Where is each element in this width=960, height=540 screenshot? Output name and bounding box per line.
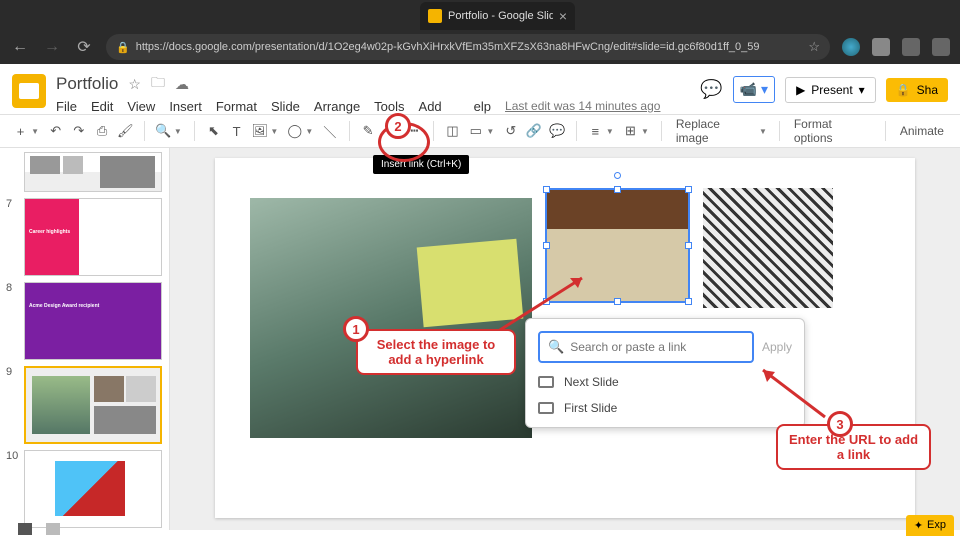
grid-view-icon[interactable] — [18, 523, 32, 535]
menu-edit[interactable]: Edit — [91, 99, 113, 114]
link-option-next[interactable]: Next Slide — [538, 375, 792, 389]
thumb-number: 10 — [6, 450, 18, 528]
apply-button[interactable]: Apply — [762, 340, 792, 354]
slide-icon — [538, 402, 554, 414]
paint-format-button[interactable]: 🖌 — [115, 120, 136, 142]
textbox-button[interactable]: T — [226, 120, 247, 142]
annotation-label: Enter the URL to add a link — [776, 424, 931, 470]
insert-link-button[interactable]: 🔗 — [523, 120, 544, 142]
resize-handle[interactable] — [543, 242, 550, 249]
slide-image[interactable] — [703, 188, 833, 308]
slide-icon — [538, 376, 554, 388]
thumb-number: 7 — [6, 198, 18, 276]
image-button[interactable]: 🖼 — [249, 120, 270, 142]
thumb-number — [6, 152, 18, 192]
resize-handle[interactable] — [685, 298, 692, 305]
present-button[interactable]: ▶ Present ▾ — [785, 77, 876, 103]
reset-image-button[interactable]: ↺ — [500, 120, 521, 142]
address-bar[interactable]: 🔒 https://docs.google.com/presentation/d… — [106, 34, 830, 60]
new-slide-button[interactable]: + — [10, 120, 31, 142]
arrange-button[interactable]: ⊞ — [620, 120, 641, 142]
share-button[interactable]: 🔒 Sha — [886, 78, 948, 102]
slide-image[interactable] — [250, 198, 532, 438]
menu-help[interactable]: elp — [474, 99, 491, 114]
format-options-button[interactable]: Format options — [788, 117, 877, 145]
menu-addons[interactable]: Add — [419, 99, 442, 114]
annotation-marker: 2 — [385, 113, 411, 139]
slide-thumbnail[interactable] — [24, 152, 162, 192]
extension-icon[interactable] — [872, 38, 890, 56]
extension-icon[interactable] — [932, 38, 950, 56]
line-button[interactable]: ＼ — [319, 120, 340, 142]
resize-handle[interactable] — [685, 186, 692, 193]
slides-favicon — [428, 9, 442, 23]
url-text: https://docs.google.com/presentation/d/1… — [136, 41, 803, 53]
toolbar: +▼ ↶ ↷ ⎙ 🖌 🔍▼ ⬉ T 🖼▼ ◯▼ ＼ ✎ ≡ ┅ ◫ ▭▼ ↺ 🔗… — [0, 114, 960, 148]
slide-thumbnail[interactable] — [24, 450, 162, 528]
resize-handle[interactable] — [614, 186, 621, 193]
filmstrip-toggle[interactable] — [18, 523, 60, 535]
menu-file[interactable]: File — [56, 99, 77, 114]
cloud-icon[interactable]: ☁ — [175, 76, 189, 93]
search-icon: 🔍 — [548, 339, 564, 355]
slide-thumbnail-active[interactable] — [24, 366, 162, 444]
comment-button[interactable]: 💬 — [547, 120, 568, 142]
slide-thumbnail[interactable]: Acme Design Award recipient — [24, 282, 162, 360]
print-button[interactable]: ⎙ — [91, 120, 112, 142]
zoom-button[interactable]: 🔍 — [153, 120, 174, 142]
menu-view[interactable]: View — [127, 99, 155, 114]
back-button[interactable]: ← — [10, 38, 30, 56]
menu-bar: File Edit View Insert Format Slide Arran… — [56, 99, 690, 114]
lock-icon: 🔒 — [116, 41, 130, 54]
slides-logo[interactable] — [12, 74, 46, 108]
annotation-label: Select the image to add a hyperlink — [356, 329, 516, 375]
resize-handle[interactable] — [543, 186, 550, 193]
menu-arrange[interactable]: Arrange — [314, 99, 360, 114]
link-input[interactable] — [570, 340, 744, 354]
resize-handle[interactable] — [685, 242, 692, 249]
forward-button[interactable]: → — [42, 38, 62, 56]
reload-button[interactable]: ⟳ — [74, 37, 94, 57]
menu-format[interactable]: Format — [216, 99, 257, 114]
meet-button[interactable]: 📹 ▾ — [733, 76, 775, 103]
align-button[interactable]: ≡ — [585, 120, 606, 142]
comments-button[interactable]: 💬 — [700, 79, 722, 100]
annotation-marker: 3 — [827, 411, 853, 437]
star-icon[interactable]: ☆ — [808, 39, 820, 55]
browser-tab[interactable]: Portfolio - Google Slides × — [420, 2, 575, 30]
slide-thumbnail[interactable]: Career highlights — [24, 198, 162, 276]
crop-button[interactable]: ◫ — [442, 120, 463, 142]
last-edit[interactable]: Last edit was 14 minutes ago — [505, 99, 660, 114]
star-icon[interactable]: ☆ — [128, 76, 141, 93]
thumbnail-panel[interactable]: 7 Career highlights 8 Acme Design Award … — [0, 148, 170, 530]
thumb-number: 9 — [6, 366, 18, 444]
thumb-number: 8 — [6, 282, 18, 360]
doc-title[interactable]: Portfolio — [56, 74, 118, 94]
extension-icon[interactable] — [902, 38, 920, 56]
shape-button[interactable]: ◯ — [284, 120, 305, 142]
rotate-handle[interactable] — [614, 172, 621, 179]
redo-button[interactable]: ↷ — [68, 120, 89, 142]
mask-button[interactable]: ▭ — [465, 120, 486, 142]
list-view-icon[interactable] — [46, 523, 60, 535]
resize-handle[interactable] — [614, 298, 621, 305]
annotation-arrow — [755, 362, 835, 422]
border-color-button[interactable]: ✎ — [357, 120, 378, 142]
move-icon[interactable]: 🗀 — [151, 72, 165, 96]
explore-button[interactable]: ✦ Exp — [906, 515, 954, 536]
annotation-marker: 1 — [343, 316, 369, 342]
tab-title: Portfolio - Google Slides — [448, 10, 553, 22]
select-tool[interactable]: ⬉ — [203, 120, 224, 142]
menu-slide[interactable]: Slide — [271, 99, 300, 114]
undo-button[interactable]: ↶ — [45, 120, 66, 142]
menu-insert[interactable]: Insert — [169, 99, 202, 114]
extension-icon[interactable] — [842, 38, 860, 56]
animate-button[interactable]: Animate — [894, 124, 950, 138]
replace-image-button[interactable]: Replace image — [670, 117, 759, 145]
menu-tools[interactable]: Tools — [374, 99, 404, 114]
close-icon[interactable]: × — [559, 8, 567, 24]
link-option-first[interactable]: First Slide — [538, 401, 792, 415]
